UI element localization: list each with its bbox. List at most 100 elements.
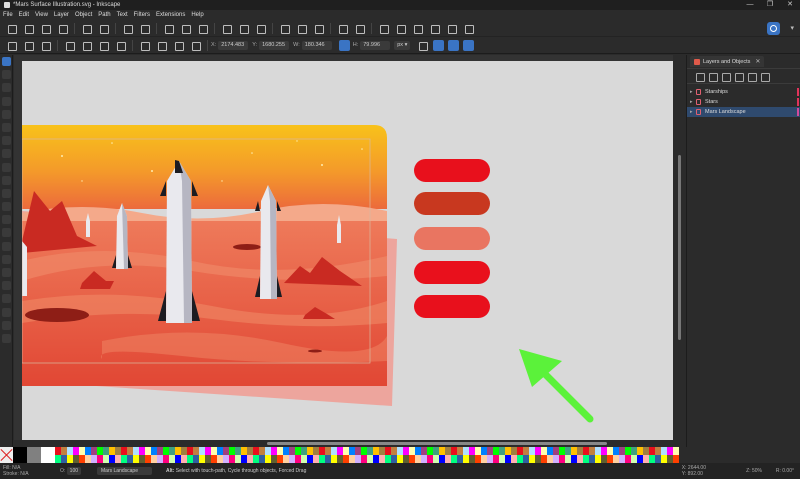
menu-help[interactable]: Help bbox=[191, 12, 203, 18]
raise-to-top-icon[interactable] bbox=[139, 40, 150, 51]
clone-icon[interactable] bbox=[296, 23, 307, 34]
horizontal-scroll-thumb[interactable] bbox=[267, 442, 607, 445]
rotate-cw-icon[interactable] bbox=[81, 40, 92, 51]
star-tool-icon[interactable] bbox=[2, 136, 11, 146]
x-input[interactable]: 2174.483 bbox=[218, 40, 249, 50]
opacity-input[interactable]: 100 bbox=[66, 467, 82, 475]
pencil-tool-icon[interactable] bbox=[2, 162, 11, 172]
starship-edge[interactable] bbox=[22, 241, 27, 296]
scale-stroke-icon[interactable] bbox=[417, 40, 429, 51]
select-all-icon[interactable] bbox=[6, 40, 17, 51]
minimize-button[interactable]: — bbox=[740, 0, 760, 10]
layer-row-stars[interactable]: ▸ Stars bbox=[687, 97, 800, 107]
tab-layers-objects[interactable]: Layers and Objects ✕ bbox=[690, 56, 765, 67]
raise-icon[interactable] bbox=[156, 40, 167, 51]
ungroup-icon[interactable] bbox=[354, 23, 365, 34]
lower-to-bottom-icon[interactable] bbox=[190, 40, 201, 51]
menu-path[interactable]: Path bbox=[98, 12, 110, 18]
open-file-icon[interactable] bbox=[23, 23, 34, 34]
flip-horizontal-icon[interactable] bbox=[98, 40, 109, 51]
close-button[interactable]: ✕ bbox=[780, 0, 800, 10]
selector-tool-icon[interactable] bbox=[2, 57, 11, 66]
fill-stroke-indicator[interactable]: Fill: N/A Stroke: N/A bbox=[0, 465, 38, 477]
menu-filters[interactable]: Filters bbox=[134, 12, 150, 18]
menu-view[interactable]: View bbox=[35, 12, 48, 18]
transform-gradients-icon[interactable] bbox=[448, 39, 460, 51]
h-input[interactable]: 79.996 bbox=[360, 40, 391, 50]
snap-dropdown-icon[interactable]: ▾ bbox=[790, 24, 794, 32]
spray-tool-icon[interactable] bbox=[2, 281, 11, 291]
swatch-4[interactable] bbox=[414, 261, 490, 284]
calligraphy-tool-icon[interactable] bbox=[2, 188, 11, 198]
y-input[interactable]: 1680.255 bbox=[259, 40, 290, 50]
group-icon[interactable] bbox=[337, 23, 348, 34]
gradient-tool-icon[interactable] bbox=[2, 215, 11, 225]
palette-swatch[interactable] bbox=[673, 447, 679, 455]
save-icon[interactable] bbox=[40, 23, 51, 34]
zoom-page-icon[interactable] bbox=[255, 23, 266, 34]
snap-toggle-icon[interactable] bbox=[767, 22, 780, 35]
lower-icon[interactable] bbox=[173, 40, 184, 51]
no-paint-swatch[interactable] bbox=[0, 447, 13, 463]
transform-patterns-icon[interactable] bbox=[463, 39, 475, 51]
maximize-button[interactable]: ❐ bbox=[760, 0, 780, 10]
palette-swatch-white[interactable] bbox=[41, 447, 55, 463]
export-icon[interactable] bbox=[98, 23, 109, 34]
spiral-tool-icon[interactable] bbox=[2, 149, 11, 159]
canvas[interactable] bbox=[22, 61, 673, 440]
duplicate-icon[interactable] bbox=[279, 23, 290, 34]
tweak-tool-icon[interactable] bbox=[2, 83, 11, 93]
zoom-tool-icon[interactable] bbox=[2, 320, 11, 330]
swatch-1[interactable] bbox=[414, 159, 490, 182]
connector-tool-icon[interactable] bbox=[2, 294, 11, 304]
ellipse-tool-icon[interactable] bbox=[2, 122, 11, 132]
zoom-drawing-icon[interactable] bbox=[238, 23, 249, 34]
menu-file[interactable]: File bbox=[3, 12, 13, 18]
crater-small[interactable] bbox=[308, 349, 322, 353]
align-distribute-icon[interactable] bbox=[446, 23, 457, 34]
undo-icon[interactable] bbox=[122, 23, 133, 34]
measure-tool-icon[interactable] bbox=[2, 307, 11, 317]
layer-row-mars-landscape[interactable]: ▸ Mars Landscape bbox=[687, 107, 800, 117]
palette-swatch[interactable] bbox=[673, 455, 679, 463]
add-layer-icon[interactable] bbox=[695, 72, 705, 82]
vertical-ruler[interactable] bbox=[14, 61, 22, 440]
palette-swatch-grid[interactable] bbox=[55, 447, 679, 463]
crater-medium[interactable] bbox=[233, 244, 261, 250]
pen-tool-icon[interactable] bbox=[2, 175, 11, 185]
rotation-field[interactable]: R: 0.00° bbox=[776, 468, 794, 474]
pages-tool-icon[interactable] bbox=[2, 333, 11, 343]
sky-background[interactable] bbox=[22, 125, 387, 209]
palette-swatch-black[interactable] bbox=[13, 447, 27, 463]
current-layer-dropdown[interactable]: Mars Landscape bbox=[97, 467, 153, 475]
dropper-tool-icon[interactable] bbox=[2, 241, 11, 251]
select-all-layers-icon[interactable] bbox=[23, 40, 34, 51]
xml-editor-icon[interactable] bbox=[429, 23, 440, 34]
text-font-icon[interactable] bbox=[395, 23, 406, 34]
copy-icon[interactable] bbox=[163, 23, 174, 34]
text-tool-icon[interactable] bbox=[2, 202, 11, 212]
node-tool-icon[interactable] bbox=[2, 70, 11, 80]
horizontal-scrollbar[interactable] bbox=[22, 440, 673, 447]
preferences-icon[interactable] bbox=[463, 23, 474, 34]
cut-icon[interactable] bbox=[180, 23, 191, 34]
mesh-tool-icon[interactable] bbox=[2, 228, 11, 238]
rectangle-tool-icon[interactable] bbox=[2, 96, 11, 106]
vertical-scrollbar[interactable] bbox=[673, 55, 686, 440]
crater-large[interactable] bbox=[25, 308, 89, 322]
menu-object[interactable]: Object bbox=[75, 12, 92, 18]
delete-icon[interactable] bbox=[734, 72, 744, 82]
layers-icon[interactable] bbox=[412, 23, 423, 34]
move-down-icon[interactable] bbox=[721, 72, 731, 82]
lock-ratio-icon[interactable] bbox=[338, 39, 350, 51]
paint-bucket-tool-icon[interactable] bbox=[2, 254, 11, 264]
redo-icon[interactable] bbox=[139, 23, 150, 34]
flip-vertical-icon[interactable] bbox=[115, 40, 126, 51]
paste-icon[interactable] bbox=[197, 23, 208, 34]
close-panel-icon[interactable]: ✕ bbox=[755, 58, 760, 65]
drawing[interactable] bbox=[22, 61, 673, 440]
menu-edit[interactable]: Edit bbox=[19, 12, 29, 18]
settings-icon[interactable] bbox=[747, 72, 757, 82]
layer-row-starships[interactable]: ▸ Starships bbox=[687, 87, 800, 97]
unit-select[interactable]: px ▾ bbox=[394, 40, 411, 50]
